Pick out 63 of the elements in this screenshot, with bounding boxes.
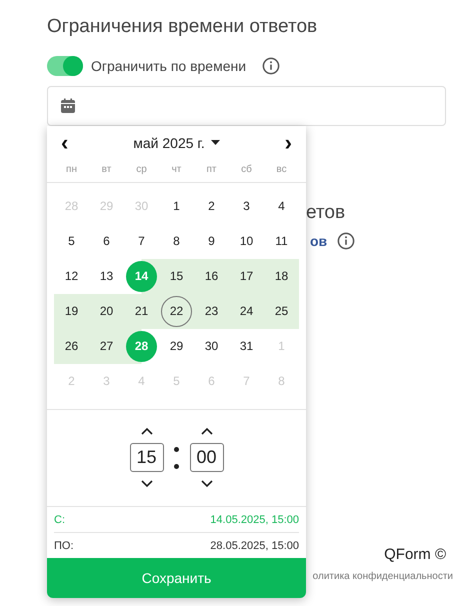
day-cell[interactable]: 7 [126,226,157,257]
day-cell[interactable]: 5 [56,226,87,257]
brand-text: QForm © [384,546,446,563]
day-cell[interactable]: 21 [126,296,157,327]
weekday-label: вт [100,164,112,176]
day-cell[interactable]: 3 [231,190,262,222]
day-cell[interactable]: 9 [196,226,227,257]
day-cell[interactable]: 22 [161,296,192,327]
day-cell[interactable]: 18 [266,260,297,292]
hours-down-button[interactable] [140,478,154,488]
weekday-label: ср [135,164,148,176]
day-cell[interactable]: 26 [56,330,87,362]
day-cell[interactable]: 17 [231,260,262,292]
minutes-field[interactable]: 00 [190,443,224,472]
weekday-label: вс [275,164,288,176]
day-cell[interactable]: 23 [196,296,227,327]
range-label: С: [54,514,65,526]
toggle-switch[interactable] [47,56,83,76]
day-cell[interactable]: 29 [161,330,192,362]
weekday-label: пт [206,164,218,176]
day-cell[interactable]: 24 [231,296,262,327]
minutes-down-button[interactable] [200,478,214,488]
range-value: 14.05.2025, 15:00 [210,514,299,526]
next-month-button[interactable]: › [280,132,296,153]
weekday-label: сб [240,164,253,176]
day-cell[interactable]: 19 [56,296,87,327]
day-cell[interactable]: 31 [231,330,262,362]
day-cell[interactable]: 20 [91,296,122,327]
day-cell[interactable]: 15 [161,260,192,292]
info-icon[interactable] [337,232,356,250]
day-cell[interactable]: 25 [266,296,297,327]
day-cell[interactable]: 11 [266,226,297,257]
day-cell[interactable]: 6 [91,226,122,257]
weekday-label: пн [65,164,78,176]
day-cell[interactable]: 4 [266,190,297,222]
day-cell[interactable]: 12 [56,260,87,292]
range-value: 28.05.2025, 15:00 [210,540,299,552]
range-row[interactable]: ПО: 28.05.2025, 15:00 [54,533,299,558]
hours-up-button[interactable] [140,427,154,438]
day-cell[interactable]: 16 [196,260,227,292]
day-cell[interactable]: 27 [91,330,122,362]
day-cell[interactable]: 1 [161,190,192,222]
hours-field[interactable]: 15 [130,443,164,472]
toggle-label: Ограничить по времени [91,58,246,74]
previous-month-button[interactable]: ‹ [57,132,72,153]
section-title: етов [306,202,346,225]
toggle-label[interactable]: ов [310,233,328,249]
minutes-up-button[interactable] [200,427,214,438]
range-label: ПО: [54,540,74,552]
month-selector[interactable]: май 2025 г. [133,134,220,151]
privacy-link[interactable]: олитика конфиденциальности [312,571,453,582]
calendar-icon [60,98,76,114]
day-cell[interactable]: 13 [91,260,122,292]
day-cell[interactable]: 30 [196,330,227,362]
day-cell[interactable]: 2 [196,190,227,222]
day-cell[interactable]: 8 [161,226,192,257]
date-field[interactable] [47,86,446,126]
colon-icon [174,446,180,469]
info-icon[interactable] [262,57,280,75]
caret-icon [210,140,220,146]
section-title: Ограничения времени ответов [47,16,318,39]
weekday-label: чт [170,164,182,176]
day-cell[interactable]: 10 [231,226,262,257]
